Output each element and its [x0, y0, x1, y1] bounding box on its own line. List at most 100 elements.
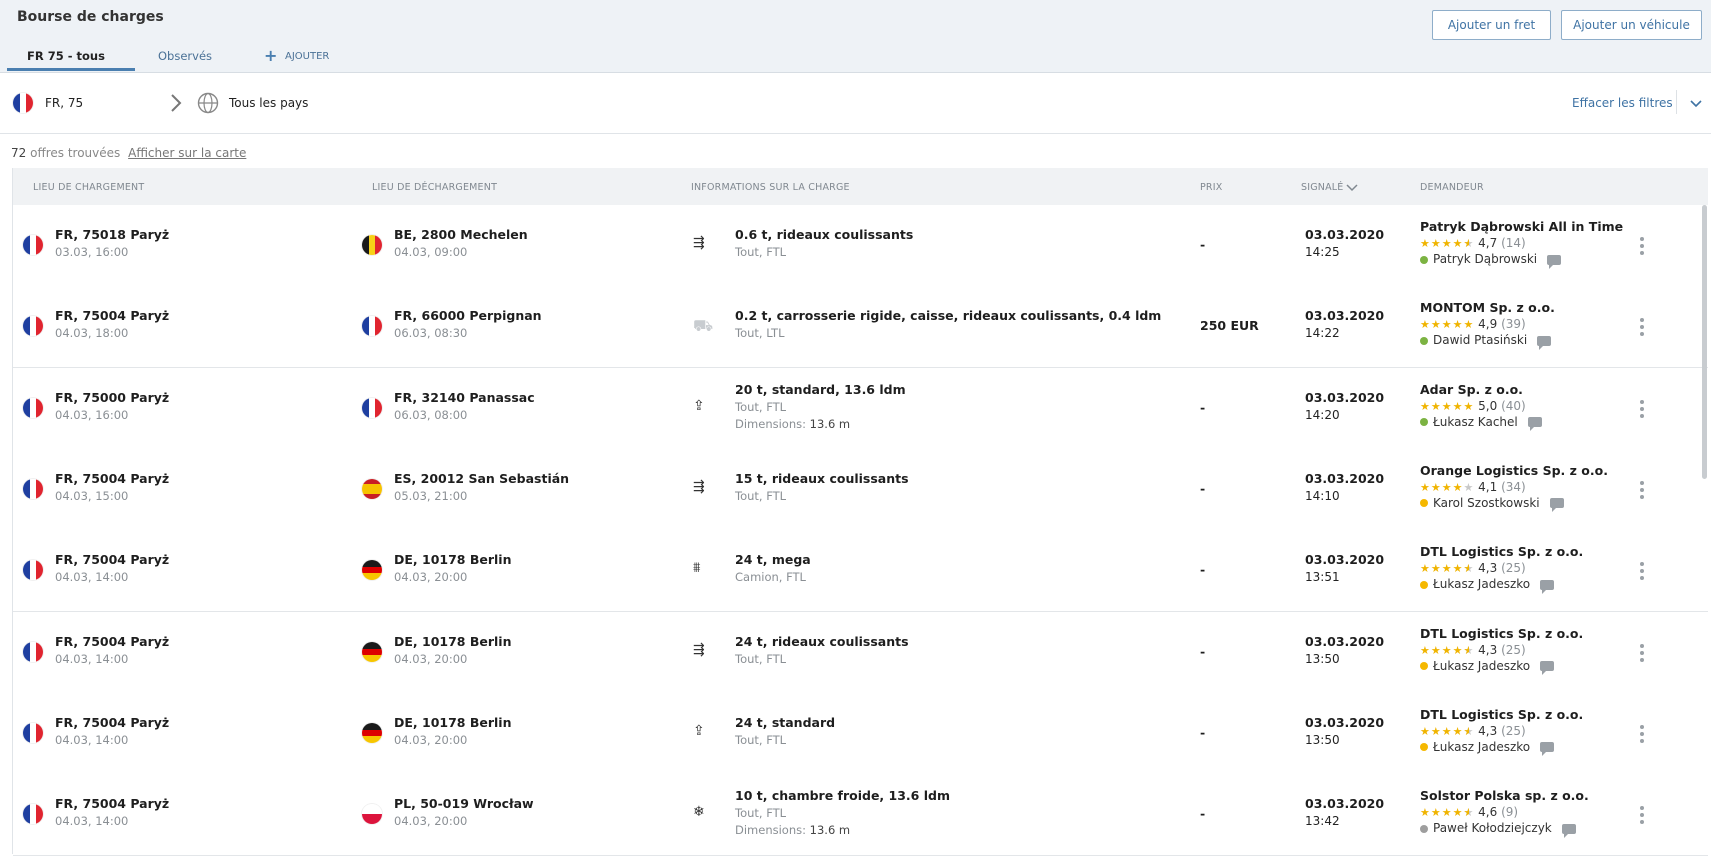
table-row[interactable]: FR, 75004 Paryż 04.03, 14:00 DE, 10178 B… [13, 611, 1708, 694]
chat-icon[interactable] [1561, 823, 1576, 838]
cargo-info: 10 t, chambre froide, 13.6 ldm [735, 788, 950, 804]
company-name[interactable]: DTL Logistics Sp. z o.o. [1420, 544, 1583, 559]
col-unloading[interactable]: LIEU DE DÉCHARGEMENT [372, 182, 497, 193]
table-row[interactable]: FR, 75004 Paryż 04.03, 14:00 DE, 10178 B… [13, 530, 1708, 613]
results-summary: 72 offres trouvées Afficher sur la carte [11, 146, 246, 160]
cargo-info: 24 t, rideaux coulissants [735, 633, 909, 649]
add-freight-button[interactable]: Ajouter un fret [1432, 10, 1551, 40]
loading-time: 04.03, 18:00 [55, 326, 129, 341]
unloading-time: 04.03, 20:00 [394, 814, 468, 829]
contact-person[interactable]: Łukasz Kachel [1433, 415, 1518, 429]
company-name[interactable]: Solstor Polska sp. z o.o. [1420, 788, 1589, 803]
flag-fr-icon [362, 316, 382, 337]
table-row[interactable]: FR, 75018 Paryż 03.03, 16:00 BE, 2800 Me… [13, 205, 1708, 287]
active-tab-indicator [7, 68, 135, 71]
company-name[interactable]: Adar Sp. z o.o. [1420, 382, 1542, 397]
origin-filter[interactable]: FR, 75 [45, 96, 83, 110]
contact-person[interactable]: Karol Szostkowski [1433, 496, 1540, 510]
more-options-icon[interactable] [1640, 724, 1644, 746]
contact-person[interactable]: Łukasz Jadeszko [1433, 577, 1530, 591]
chat-icon[interactable] [1540, 661, 1555, 675]
chat-icon[interactable] [1540, 742, 1555, 757]
price: 250 EUR [1200, 318, 1259, 334]
unloading-place: FR, 32140 Panassac [394, 389, 535, 405]
status-dot [1420, 336, 1428, 345]
more-options-icon[interactable] [1640, 806, 1644, 827]
reported-time: 14:10 [1305, 488, 1340, 503]
flag-pl-icon [362, 804, 382, 825]
chevron-down-icon[interactable] [1689, 99, 1703, 109]
chat-icon[interactable] [1527, 417, 1542, 432]
company-name[interactable]: Orange Logistics Sp. z o.o. [1420, 463, 1608, 478]
chat-icon[interactable] [1547, 254, 1562, 269]
tab-fr75-all[interactable]: FR 75 - tous [27, 49, 105, 63]
loading-place: FR, 75000 Paryż [55, 389, 170, 405]
table-row[interactable]: FR, 75004 Paryż 04.03, 18:00 FR, 66000 P… [13, 286, 1708, 369]
cargo-info: 0.6 t, rideaux coulissants [735, 227, 914, 242]
clear-filters-link[interactable]: Effacer les filtres [1572, 96, 1673, 110]
table-row[interactable]: FR, 75000 Paryż 04.03, 16:00 FR, 32140 P… [13, 367, 1708, 450]
col-reported[interactable]: SIGNALÉ [1301, 182, 1344, 193]
chat-icon[interactable] [1537, 335, 1552, 350]
more-options-icon[interactable] [1640, 562, 1644, 583]
contact-person[interactable]: Łukasz Jadeszko [1433, 740, 1530, 754]
chat-icon[interactable] [1549, 498, 1564, 513]
unloading-place: PL, 50-019 Wrocław [394, 796, 534, 812]
show-on-map-link[interactable]: Afficher sur la carte [128, 146, 246, 160]
unloading-time: 05.03, 21:00 [394, 488, 468, 503]
top-header: Bourse de charges FR 75 - tous Observés … [0, 0, 1711, 73]
rating-stars-icon: ★★★★★★ [1420, 562, 1475, 576]
chat-icon[interactable] [1540, 579, 1555, 594]
flag-fr-icon [13, 93, 33, 113]
add-tab-button[interactable]: AJOUTER [285, 51, 329, 62]
more-options-icon[interactable] [1640, 480, 1644, 502]
unloading-time: 04.03, 20:00 [394, 570, 468, 585]
more-options-icon[interactable] [1640, 399, 1644, 421]
sort-chevron-icon[interactable] [1346, 184, 1358, 192]
more-options-icon[interactable] [1640, 643, 1644, 665]
col-price[interactable]: PRIX [1200, 182, 1222, 193]
scrollbar[interactable] [1702, 205, 1707, 479]
unloading-time: 04.03, 20:00 [394, 732, 468, 747]
destination-filter[interactable]: Tous les pays [229, 96, 308, 110]
standard-load-icon: ⇪ [693, 722, 705, 739]
contact-person[interactable]: Dawid Ptasiński [1433, 333, 1527, 347]
loading-place: FR, 75018 Paryż [55, 227, 170, 242]
col-requester[interactable]: DEMANDEUR [1420, 182, 1484, 193]
rating-value: 4,9 [1478, 317, 1498, 332]
snowflake-icon: ❄ [693, 804, 705, 821]
company-name[interactable]: DTL Logistics Sp. z o.o. [1420, 707, 1583, 722]
rating-stars-icon: ★★★★★★ [1420, 724, 1475, 738]
contact-person[interactable]: Łukasz Jadeszko [1433, 659, 1530, 673]
dimensions-label: Dimensions: [735, 416, 806, 431]
reported-time: 13:50 [1305, 732, 1340, 747]
add-vehicle-button[interactable]: Ajouter un véhicule [1561, 10, 1702, 40]
col-info[interactable]: INFORMATIONS SUR LA CHARGE [691, 182, 850, 193]
rating-value: 4,3 [1478, 561, 1498, 576]
tab-observed[interactable]: Observés [158, 49, 212, 63]
more-options-icon[interactable] [1640, 318, 1644, 339]
table-row[interactable]: FR, 75004 Paryż 04.03, 14:00 DE, 10178 B… [13, 692, 1708, 775]
cargo-sub: Tout, FTL [735, 651, 787, 666]
flag-fr-icon [362, 397, 382, 418]
rating-value: 4,3 [1478, 723, 1498, 738]
table-row[interactable]: FR, 75004 Paryż 04.03, 14:00 PL, 50-019 … [13, 774, 1708, 856]
rating-value: 4,7 [1478, 236, 1498, 250]
table-row[interactable]: FR, 75004 Paryż 04.03, 15:00 ES, 20012 S… [13, 448, 1708, 531]
curtain-truck-icon: ⇶ [693, 641, 705, 658]
cargo-info: 20 t, standard, 13.6 ldm [735, 381, 906, 397]
contact-person[interactable]: Patryk Dąbrowski [1433, 252, 1537, 266]
dimensions-value: 13.6 m [809, 416, 851, 431]
company-name[interactable]: MONTOM Sp. z o.o. [1420, 300, 1555, 315]
loading-time: 03.03, 16:00 [55, 245, 129, 259]
status-dot [1420, 662, 1428, 670]
rating-value: 4,3 [1478, 642, 1498, 657]
company-name[interactable]: Patryk Dąbrowski All in Time [1420, 219, 1623, 234]
company-name[interactable]: DTL Logistics Sp. z o.o. [1420, 626, 1583, 641]
col-loading[interactable]: LIEU DE CHARGEMENT [33, 182, 144, 193]
contact-person[interactable]: Paweł Kołodziejczyk [1433, 821, 1552, 835]
more-options-icon[interactable] [1640, 237, 1644, 258]
mega-trailer-icon: ⩩ [693, 560, 701, 577]
plus-icon[interactable]: + [264, 46, 277, 65]
flag-de-icon [362, 722, 382, 743]
